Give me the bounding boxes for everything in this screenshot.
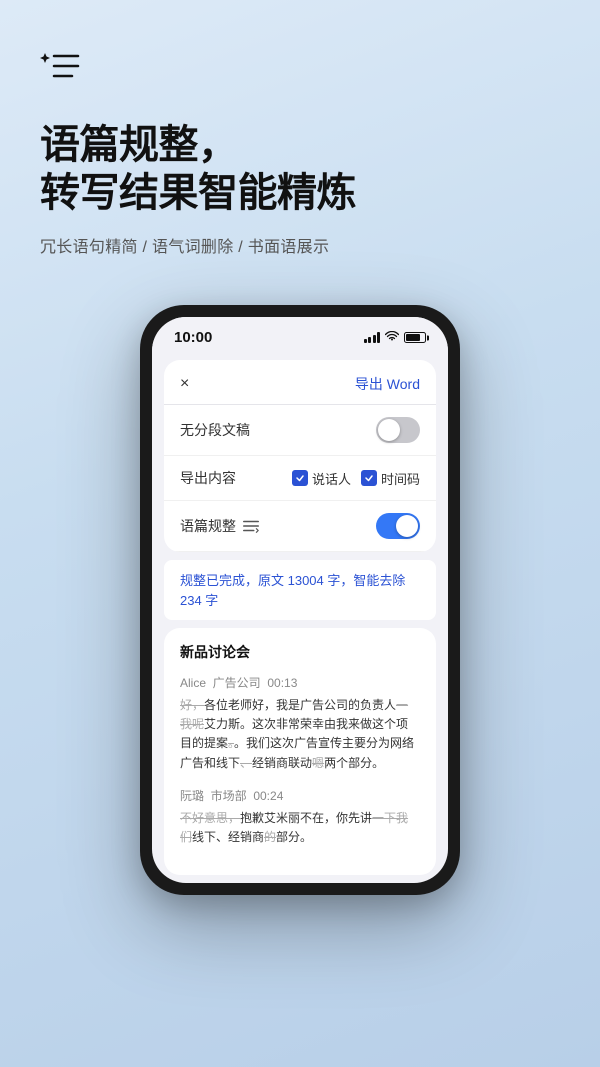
modal-card: × 导出 Word 无分段文稿 导出内容 — [164, 360, 436, 552]
transcript-text-alice: 好，各位老师好，我是广告公司的负责人一我呢艾力斯。这次非常荣幸由我来做这个项目的… — [180, 696, 420, 773]
no-paragraph-label: 无分段文稿 — [180, 420, 250, 440]
strikethrough-text: 嗯 — [312, 756, 324, 770]
status-time: 10:00 — [174, 329, 212, 346]
speaker-label: 说话人 — [312, 469, 351, 488]
speaker-checkbox[interactable]: 说话人 — [292, 469, 351, 488]
discourse-label-row: 语篇规整 — [180, 516, 260, 536]
info-banner: 规整已完成，原文 13004 字，智能去除 234 字 — [164, 560, 436, 620]
discourse-toggle[interactable] — [376, 513, 420, 539]
info-text: 规整已完成，原文 13004 字，智能去除 234 字 — [180, 573, 405, 608]
timecode-label: 时间码 — [381, 469, 420, 488]
phone-frame: 10:00 — [140, 305, 460, 895]
no-paragraph-row: 无分段文稿 — [164, 405, 436, 456]
phone-screen: 10:00 — [152, 317, 448, 883]
status-icons — [364, 331, 427, 345]
export-content-row: 导出内容 说话人 — [164, 456, 436, 501]
speaker-info-alice: Alice 广告公司 00:13 — [180, 674, 420, 691]
timecode-checkbox-box — [361, 470, 377, 486]
speaker-info-ruan: 阮璐 市场部 00:24 — [180, 787, 420, 804]
signal-icon — [364, 332, 381, 343]
no-paragraph-toggle[interactable] — [376, 417, 420, 443]
phone-container: 10:00 — [0, 305, 600, 935]
strikethrough-text: 好， — [180, 698, 204, 712]
logo-icon — [40, 48, 560, 93]
transcript-area: 新品讨论会 Alice 广告公司 00:13 好，各位老师好，我是广告公司的负责… — [164, 628, 436, 875]
subtitle: 冗长语句精简 / 语气词删除 / 书面语展示 — [40, 233, 560, 257]
status-bar: 10:00 — [152, 317, 448, 352]
modal-header: × 导出 Word — [164, 360, 436, 405]
strikethrough-text: 不好意思， — [180, 811, 240, 825]
strikethrough-text: 、 — [240, 756, 252, 770]
discourse-row: 语篇规整 — [164, 501, 436, 552]
strikethrough-text: 的 — [264, 830, 276, 844]
main-title: 语篇规整， 转写结果智能精炼 — [40, 121, 560, 217]
transcript-text-ruan: 不好意思，抱歉艾米丽不在，你先讲一下我们线下、经销商的部分。 — [180, 809, 420, 847]
close-button[interactable]: × — [180, 375, 189, 393]
transcript-title: 新品讨论会 — [180, 642, 420, 662]
speaker-checkbox-box — [292, 470, 308, 486]
speaker-block-ruan: 阮璐 市场部 00:24 不好意思，抱歉艾米丽不在，你先讲一下我们线下、经销商的… — [180, 787, 420, 847]
discourse-icon — [242, 519, 260, 533]
strikethrough-text: 。 — [228, 736, 234, 750]
timecode-checkbox[interactable]: 时间码 — [361, 469, 420, 488]
wifi-icon — [385, 331, 399, 345]
checkboxes-group: 说话人 时间码 — [292, 469, 420, 488]
export-content-label: 导出内容 — [180, 468, 236, 488]
speaker-block-alice: Alice 广告公司 00:13 好，各位老师好，我是广告公司的负责人一我呢艾力… — [180, 674, 420, 773]
top-section: 语篇规整， 转写结果智能精炼 冗长语句精简 / 语气词删除 / 书面语展示 — [0, 0, 600, 257]
battery-icon — [404, 332, 426, 343]
export-word-button[interactable]: 导出 Word — [355, 374, 420, 394]
strikethrough-text: 一我呢 — [180, 698, 408, 731]
discourse-label: 语篇规整 — [180, 516, 236, 536]
